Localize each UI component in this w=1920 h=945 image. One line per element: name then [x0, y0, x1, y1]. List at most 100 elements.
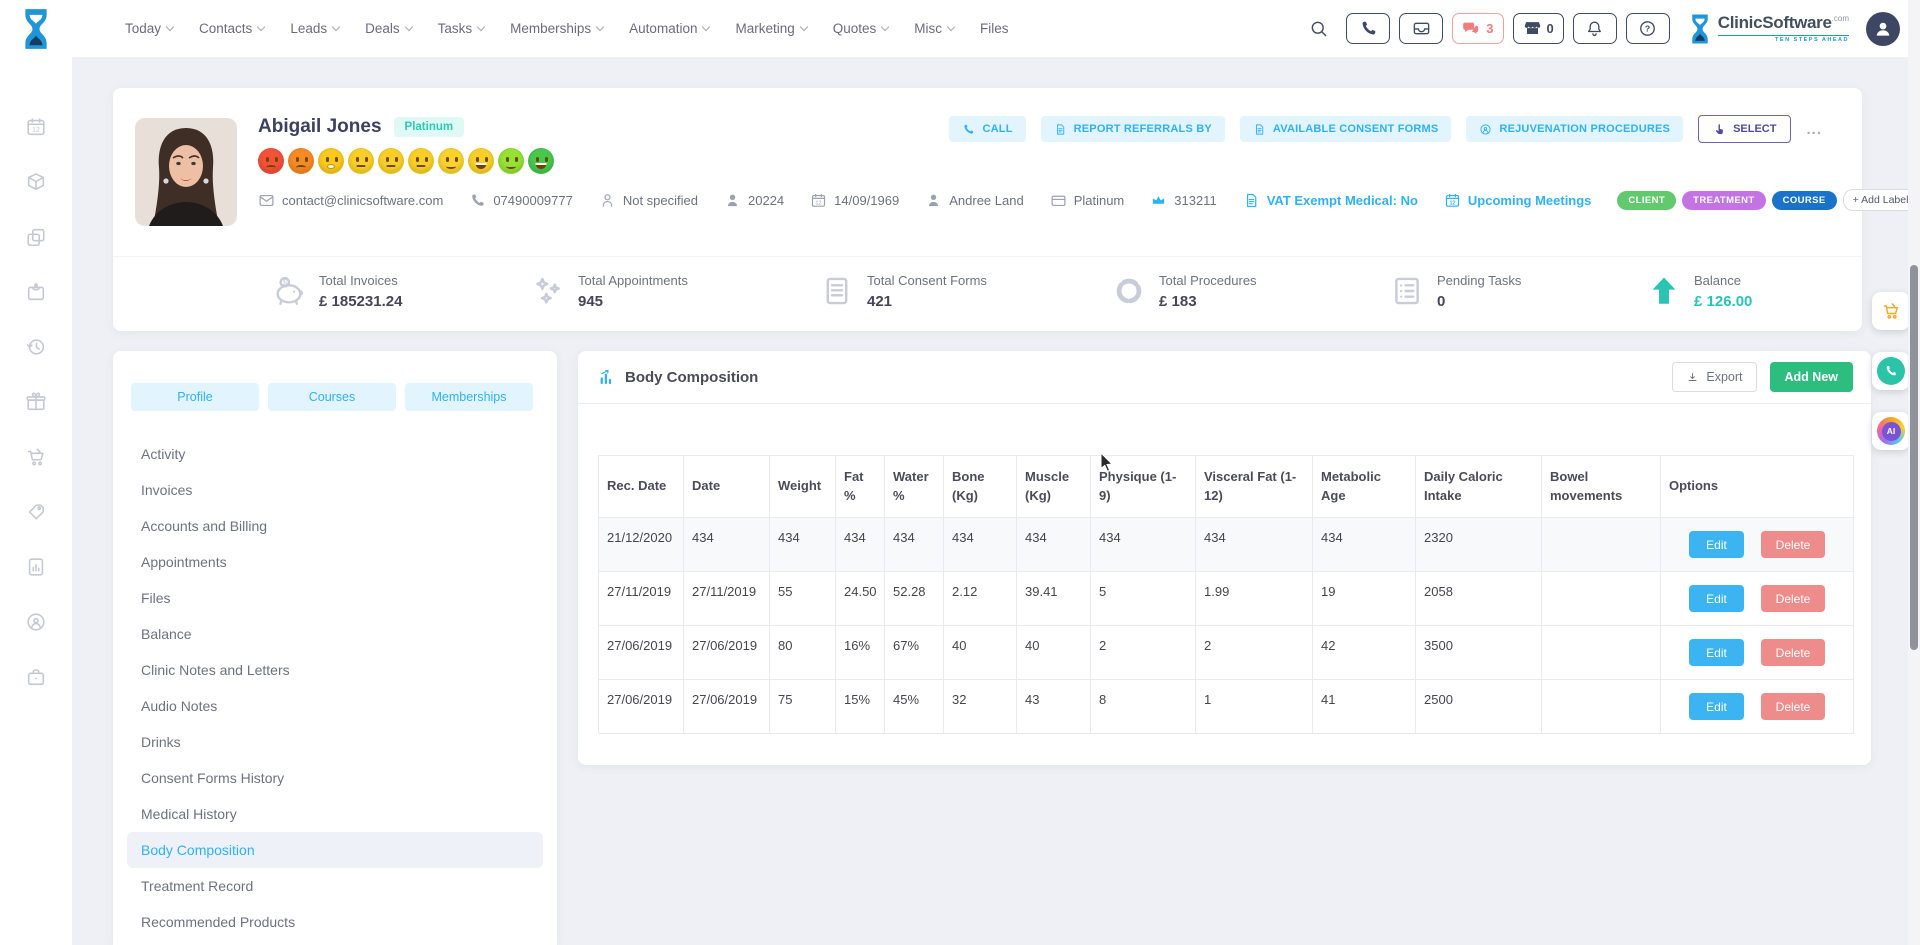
nav-item-leads[interactable]: Leads	[290, 21, 339, 36]
column-header-physique-1-9-[interactable]: Physique (1-9)	[1091, 456, 1196, 518]
sidebar-item-invoices[interactable]: Invoices	[127, 472, 543, 508]
export-button[interactable]: Export	[1672, 362, 1756, 392]
edit-button[interactable]: Edit	[1689, 585, 1744, 612]
pos-button[interactable]: 0	[1513, 13, 1564, 44]
nav-item-contacts[interactable]: Contacts	[199, 21, 264, 36]
column-header-date[interactable]: Date	[684, 456, 770, 518]
mood-emoji-9[interactable]	[498, 148, 524, 174]
column-header-water-[interactable]: Water %	[885, 456, 944, 518]
sidebar-item-consent-forms-history[interactable]: Consent Forms History	[127, 760, 543, 796]
label-badge-client[interactable]: CLIENT	[1617, 191, 1676, 210]
call-widget-button[interactable]	[1872, 352, 1910, 390]
add-new-button[interactable]: Add New	[1770, 362, 1853, 392]
client-detail-7[interactable]: 313211	[1150, 192, 1216, 209]
client-detail-1[interactable]: 07490009777	[469, 192, 573, 209]
inbox-button[interactable]	[1399, 13, 1443, 44]
sidebar-item-audio-notes[interactable]: Audio Notes	[127, 688, 543, 724]
client-photo[interactable]	[135, 118, 237, 226]
copy-icon[interactable]	[25, 226, 47, 248]
notifications-button[interactable]	[1573, 13, 1617, 44]
sidebar-item-balance[interactable]: Balance	[127, 616, 543, 652]
edit-button[interactable]: Edit	[1689, 693, 1744, 720]
column-header-weight[interactable]: Weight	[770, 456, 836, 518]
mood-emoji-1[interactable]	[258, 148, 284, 174]
tab-memberships[interactable]: Memberships	[405, 383, 533, 411]
user-avatar[interactable]	[1866, 12, 1900, 46]
nav-item-deals[interactable]: Deals	[365, 21, 412, 36]
client-detail-0[interactable]: contact@clinicsoftware.com	[258, 192, 443, 209]
client-detail-3[interactable]: 20224	[724, 192, 784, 209]
sidebar-item-activity[interactable]: Activity	[127, 436, 543, 472]
client-detail-4[interactable]: 1214/09/1969	[810, 192, 899, 209]
mood-emoji-6[interactable]	[408, 148, 434, 174]
sidebar-item-medical-history[interactable]: Medical History	[127, 796, 543, 832]
bag-icon[interactable]	[25, 281, 47, 303]
mood-emoji-4[interactable]	[348, 148, 374, 174]
column-header-bone-kg-[interactable]: Bone (Kg)	[944, 456, 1017, 518]
nav-item-quotes[interactable]: Quotes	[833, 21, 889, 36]
column-header-rec-date[interactable]: Rec. Date	[599, 456, 684, 518]
chat-button[interactable]: 3	[1452, 13, 1503, 44]
delete-button[interactable]: Delete	[1761, 531, 1825, 558]
sidebar-item-drinks[interactable]: Drinks	[127, 724, 543, 760]
mood-emoji-10[interactable]	[528, 148, 554, 174]
nav-item-files[interactable]: Files	[980, 21, 1009, 36]
client-detail-5[interactable]: Andree Land	[925, 192, 1023, 209]
column-header-muscle-kg-[interactable]: Muscle (Kg)	[1017, 456, 1091, 518]
sidebar-item-appointments[interactable]: Appointments	[127, 544, 543, 580]
mood-emoji-3[interactable]	[318, 148, 344, 174]
support-icon[interactable]	[25, 611, 47, 633]
brand-logo[interactable]: ClinicSoftware.com TEN STEPS AHEAD	[1687, 13, 1849, 45]
column-header-daily-caloric-intake[interactable]: Daily Caloric Intake	[1416, 456, 1542, 518]
consent-forms-button[interactable]: AVAILABLE CONSENT FORMS	[1240, 116, 1452, 142]
client-detail-2[interactable]: Not specified	[599, 192, 698, 209]
cube-icon[interactable]	[25, 171, 47, 193]
delete-button[interactable]: Delete	[1761, 639, 1825, 666]
label-badge-treatment[interactable]: TREATMENT	[1682, 191, 1765, 210]
calendar-icon[interactable]: 12	[25, 116, 47, 138]
nav-item-automation[interactable]: Automation	[629, 21, 709, 36]
tags-icon[interactable]	[25, 501, 47, 523]
report-referrals-button[interactable]: REPORT REFERRALS BY	[1041, 116, 1225, 142]
search-icon[interactable]	[1309, 19, 1329, 39]
nav-item-today[interactable]: Today	[125, 21, 173, 36]
scrollbar-thumb[interactable]	[1910, 265, 1918, 650]
client-detail-9[interactable]: 12Upcoming Meetings	[1444, 192, 1592, 209]
delete-button[interactable]: Delete	[1761, 585, 1825, 612]
app-logo[interactable]	[0, 0, 72, 57]
case-icon[interactable]	[25, 666, 47, 688]
label-badge-course[interactable]: COURSE	[1772, 191, 1837, 210]
sidebar-item-treatment-record[interactable]: Treatment Record	[127, 868, 543, 904]
mood-emoji-2[interactable]	[288, 148, 314, 174]
delete-button[interactable]: Delete	[1761, 693, 1825, 720]
column-header-visceral-fat-1-12-[interactable]: Visceral Fat (1-12)	[1196, 456, 1313, 518]
sidebar-item-files[interactable]: Files	[127, 580, 543, 616]
column-header-bowel-movements[interactable]: Bowel movements	[1542, 456, 1661, 518]
mood-emoji-5[interactable]	[378, 148, 404, 174]
edit-button[interactable]: Edit	[1689, 531, 1744, 558]
column-header-fat-[interactable]: Fat %	[836, 456, 885, 518]
dialer-button[interactable]	[1346, 13, 1390, 44]
rejuvenation-button[interactable]: REJUVENATION PROCEDURES	[1466, 116, 1683, 142]
ai-assistant-button[interactable]: AI	[1872, 412, 1910, 450]
client-detail-6[interactable]: Platinum	[1050, 192, 1125, 209]
report-icon[interactable]	[25, 556, 47, 578]
column-header-metabolic-age[interactable]: Metabolic Age	[1313, 456, 1416, 518]
mood-emoji-8[interactable]	[468, 148, 494, 174]
sidebar-item-body-composition[interactable]: Body Composition	[127, 832, 543, 868]
client-detail-8[interactable]: VAT Exempt Medical: No	[1243, 192, 1418, 209]
sidebar-item-accounts-and-billing[interactable]: Accounts and Billing	[127, 508, 543, 544]
nav-item-misc[interactable]: Misc	[914, 21, 954, 36]
call-button[interactable]: CALL	[949, 116, 1025, 142]
nav-item-tasks[interactable]: Tasks	[438, 21, 485, 36]
sidebar-item-clinic-notes-and-letters[interactable]: Clinic Notes and Letters	[127, 652, 543, 688]
select-button[interactable]: SELECT	[1698, 115, 1791, 143]
column-header-options[interactable]: Options	[1661, 456, 1854, 518]
tab-profile[interactable]: Profile	[131, 383, 259, 411]
gift-icon[interactable]	[25, 391, 47, 413]
shop-widget-button[interactable]	[1872, 292, 1910, 330]
help-button[interactable]: ?	[1626, 13, 1670, 44]
mood-emoji-7[interactable]	[438, 148, 464, 174]
nav-item-marketing[interactable]: Marketing	[735, 21, 806, 36]
sidebar-item-recommended-products[interactable]: Recommended Products	[127, 904, 543, 940]
